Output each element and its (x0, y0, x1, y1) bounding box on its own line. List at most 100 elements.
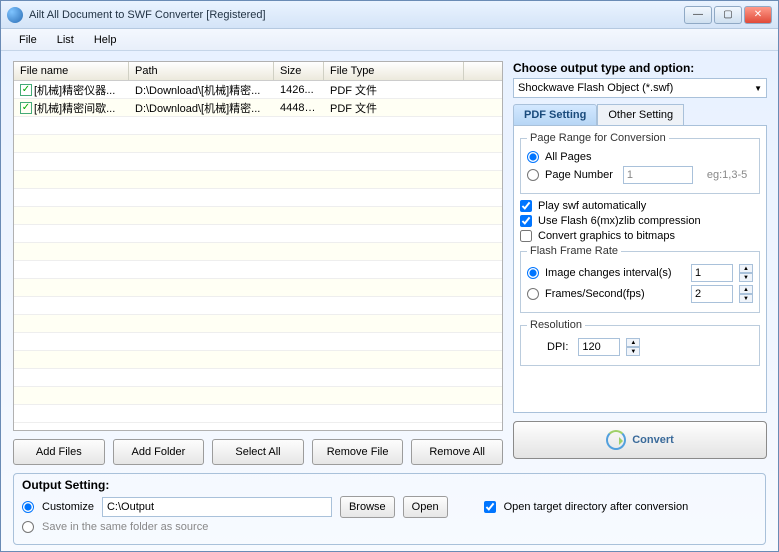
file-table: File name Path Size File Type ✓ [机械]精密仪器… (13, 61, 503, 431)
resolution-fieldset: Resolution DPI: 120 ▲▼ (520, 319, 760, 366)
left-pane: File name Path Size File Type ✓ [机械]精密仪器… (13, 61, 503, 465)
tab-content: Page Range for Conversion All Pages Page… (513, 125, 767, 413)
radio-fps[interactable] (527, 288, 539, 300)
output-setting-panel: Output Setting: Customize C:\Output Brow… (13, 473, 766, 545)
page-number-input[interactable]: 1 (623, 166, 693, 184)
empty-row (14, 189, 502, 207)
fps-input[interactable]: 2 (691, 285, 733, 303)
select-all-button[interactable]: Select All (212, 439, 304, 465)
convert-button[interactable]: Convert (513, 421, 767, 459)
menu-help[interactable]: Help (84, 34, 127, 46)
output-type-heading: Choose output type and option: (513, 61, 767, 75)
menu-list[interactable]: List (47, 34, 84, 46)
output-path-input[interactable]: C:\Output (102, 497, 332, 517)
spin-up-icon[interactable]: ▲ (739, 264, 753, 273)
fps-spinner: ▲▼ (739, 285, 753, 303)
convert-icon (606, 430, 626, 450)
page-range-fieldset: Page Range for Conversion All Pages Page… (520, 132, 760, 194)
opt-flash6: Use Flash 6(mx)zlib compression (520, 215, 760, 227)
opt-interval: Image changes interval(s) 1 ▲▼ (527, 264, 753, 282)
radio-interval[interactable] (527, 267, 539, 279)
checkbox-open-target[interactable] (484, 501, 496, 513)
radio-page-number[interactable] (527, 169, 539, 181)
empty-row (14, 171, 502, 189)
checkbox-play-swf[interactable] (520, 200, 532, 212)
col-path[interactable]: Path (129, 62, 274, 80)
app-icon (7, 7, 23, 23)
menubar: File List Help (1, 29, 778, 51)
close-button[interactable]: ✕ (744, 6, 772, 24)
label-same-folder: Save in the same folder as source (42, 521, 208, 533)
minimize-button[interactable]: — (684, 6, 712, 24)
spin-down-icon[interactable]: ▼ (739, 294, 753, 303)
label-interval: Image changes interval(s) (545, 267, 681, 279)
opt-fps: Frames/Second(fps) 2 ▲▼ (527, 285, 753, 303)
output-samefolder-row: Save in the same folder as source (22, 521, 757, 533)
output-type-dropdown[interactable]: Shockwave Flash Object (*.swf) ▼ (513, 78, 767, 98)
empty-row (14, 297, 502, 315)
cell-type: PDF 文件 (324, 99, 464, 117)
button-row: Add Files Add Folder Select All Remove F… (13, 439, 503, 465)
col-filename[interactable]: File name (14, 62, 129, 80)
resolution-legend: Resolution (527, 319, 585, 331)
maximize-button[interactable]: ▢ (714, 6, 742, 24)
tab-other-setting[interactable]: Other Setting (597, 104, 684, 125)
label-play-swf: Play swf automatically (538, 200, 646, 212)
empty-row (14, 207, 502, 225)
radio-same-folder[interactable] (22, 521, 34, 533)
spin-up-icon[interactable]: ▲ (626, 338, 640, 347)
menu-file[interactable]: File (9, 34, 47, 46)
spin-up-icon[interactable]: ▲ (739, 285, 753, 294)
dpi-spinner: ▲▼ (626, 338, 640, 356)
radio-all-pages[interactable] (527, 151, 539, 163)
dropdown-value: Shockwave Flash Object (*.swf) (518, 82, 673, 94)
label-all-pages: All Pages (545, 151, 591, 163)
checkbox-icon[interactable]: ✓ (20, 102, 32, 114)
cell-path: D:\Download\[机械]精密... (129, 81, 274, 99)
open-button[interactable]: Open (403, 496, 448, 518)
dpi-input[interactable]: 120 (578, 338, 620, 356)
table-row[interactable]: ✓ [机械]精密间歇... D:\Download\[机械]精密... 4448… (14, 99, 502, 117)
add-folder-button[interactable]: Add Folder (113, 439, 205, 465)
titlebar-text: Ailt All Document to SWF Converter [Regi… (29, 9, 266, 21)
content-area: File name Path Size File Type ✓ [机械]精密仪器… (1, 51, 778, 465)
add-files-button[interactable]: Add Files (13, 439, 105, 465)
col-filetype[interactable]: File Type (324, 62, 464, 80)
tab-pdf-setting[interactable]: PDF Setting (513, 104, 597, 125)
empty-row (14, 351, 502, 369)
spin-down-icon[interactable]: ▼ (626, 347, 640, 356)
cell-size: 1426... (274, 83, 324, 97)
radio-customize[interactable] (22, 501, 34, 513)
checkbox-icon[interactable]: ✓ (20, 84, 32, 96)
table-header: File name Path Size File Type (14, 62, 502, 81)
empty-row (14, 387, 502, 405)
empty-row (14, 369, 502, 387)
page-range-legend: Page Range for Conversion (527, 132, 669, 144)
label-page-number: Page Number (545, 169, 613, 181)
table-row[interactable]: ✓ [机械]精密仪器... D:\Download\[机械]精密... 1426… (14, 81, 502, 99)
remove-file-button[interactable]: Remove File (312, 439, 404, 465)
empty-row (14, 135, 502, 153)
filename-text: [机械]精密仪器... (34, 82, 115, 98)
cell-path: D:\Download\[机械]精密... (129, 99, 274, 117)
empty-row (14, 153, 502, 171)
label-dpi: DPI: (547, 341, 568, 353)
window-controls: — ▢ ✕ (684, 6, 772, 24)
interval-spinner: ▲▼ (739, 264, 753, 282)
remove-all-button[interactable]: Remove All (411, 439, 503, 465)
interval-input[interactable]: 1 (691, 264, 733, 282)
label-customize: Customize (42, 501, 94, 513)
label-fps: Frames/Second(fps) (545, 288, 681, 300)
cell-size: 4448KB (274, 101, 324, 115)
chevron-down-icon: ▼ (754, 84, 762, 93)
label-open-target: Open target directory after conversion (504, 501, 689, 513)
opt-dpi: DPI: 120 ▲▼ (527, 338, 753, 356)
frame-rate-fieldset: Flash Frame Rate Image changes interval(… (520, 245, 760, 313)
empty-row (14, 405, 502, 423)
checkbox-bitmaps[interactable] (520, 230, 532, 242)
spin-down-icon[interactable]: ▼ (739, 273, 753, 282)
checkbox-flash6[interactable] (520, 215, 532, 227)
browse-button[interactable]: Browse (340, 496, 395, 518)
frame-rate-legend: Flash Frame Rate (527, 245, 621, 257)
col-size[interactable]: Size (274, 62, 324, 80)
